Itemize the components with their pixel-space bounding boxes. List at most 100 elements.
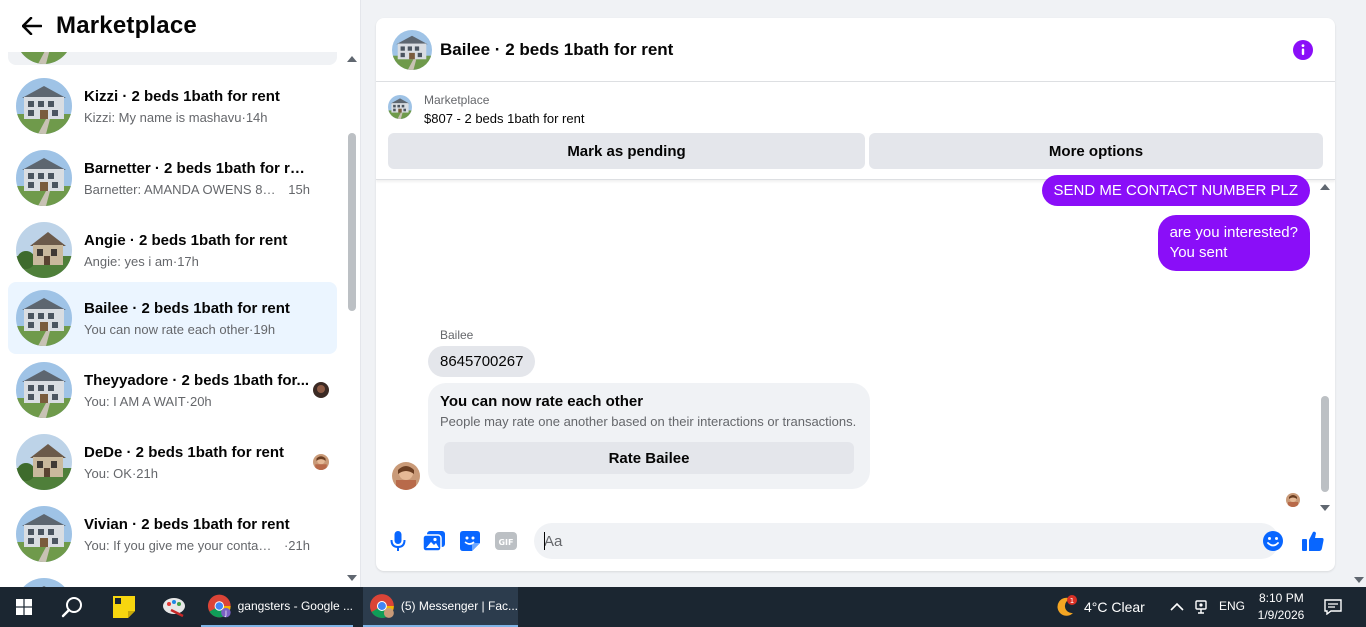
avatar <box>16 150 72 206</box>
clock-time[interactable]: 8:10 PM <box>1259 591 1304 605</box>
scroll-up-arrow-icon[interactable] <box>347 56 357 62</box>
conversation-list: Kizzi · 2 beds 1bath for rent Kizzi: My … <box>0 52 346 587</box>
listing-thumbnail[interactable] <box>388 95 412 119</box>
list-item-partial[interactable] <box>8 52 337 65</box>
conversation-time: ·20h <box>185 393 212 409</box>
sidebar-scrollbar[interactable] <box>346 52 360 587</box>
avatar <box>16 78 72 134</box>
sender-name: Bailee <box>440 328 474 342</box>
thread-scrollbar[interactable] <box>1318 180 1332 515</box>
chrome-icon: J <box>207 594 231 617</box>
page-scrollbar[interactable] <box>1352 0 1366 587</box>
chevron-up-icon[interactable] <box>1168 587 1186 627</box>
clock-date[interactable]: 1/9/2026 <box>1256 608 1306 622</box>
chrome-icon <box>369 594 394 618</box>
scroll-down-arrow-icon[interactable] <box>347 575 357 581</box>
gif-icon[interactable]: GIF <box>494 529 518 553</box>
avatar <box>16 506 72 562</box>
conversation-preview: You: If you give me your contact n... <box>84 537 274 553</box>
message-composer: GIF <box>376 515 1335 571</box>
marketplace-listing-bar: Marketplace $807 - 2 beds 1bath for rent… <box>376 82 1335 180</box>
like-thumb-icon[interactable] <box>1301 529 1325 553</box>
scroll-down-arrow-icon[interactable] <box>1354 577 1364 583</box>
more-options-button[interactable]: More options <box>869 133 1323 169</box>
conversation-preview: Barnetter: AMANDA OWENS 803-... <box>84 181 279 197</box>
message-text: are you interested? <box>1169 224 1298 241</box>
svg-text:GIF: GIF <box>498 538 513 547</box>
avatar <box>16 578 72 587</box>
rate-each-other-card: You can now rate each other People may r… <box>428 383 870 489</box>
windows-start-icon[interactable] <box>6 587 42 627</box>
photo-icon[interactable] <box>422 529 446 553</box>
outgoing-message[interactable]: SEND ME CONTACT NUMBER PLZ <box>1041 175 1310 206</box>
paint-app-icon[interactable] <box>156 587 192 627</box>
sidebar-title: Marketplace <box>56 12 197 39</box>
conversation-item-partial[interactable] <box>8 570 337 587</box>
notification-center-icon[interactable] <box>1322 587 1344 627</box>
weather-text[interactable]: 4°C Clear <box>1084 599 1145 615</box>
conversations-sidebar: Marketplace Kizzi · 2 beds 1bath for ren… <box>0 0 361 587</box>
conversation-item[interactable]: DeDe · 2 beds 1bath for rent You: OK ·21h <box>8 426 337 498</box>
weather-icon[interactable]: 1 <box>1052 587 1078 627</box>
taskbar-chrome-window-active[interactable]: (5) Messenger | Fac... <box>363 587 518 627</box>
conversation-time: ·14h <box>241 109 268 125</box>
conversation-preview: Angie: yes i am <box>84 253 173 269</box>
conversation-time: ·21h <box>283 537 310 553</box>
outgoing-message[interactable]: are you interested? You sent <box>1157 215 1310 271</box>
text-cursor <box>544 532 545 550</box>
listing-title[interactable]: $807 - 2 beds 1bath for rent <box>424 111 584 126</box>
avatar <box>16 290 72 346</box>
conversation-time: 15h <box>288 181 310 197</box>
incoming-message[interactable]: 8645700267 <box>428 346 536 377</box>
weather-badge: 1 <box>1070 597 1074 605</box>
message-text: You sent <box>1169 244 1228 261</box>
back-arrow-icon[interactable] <box>18 12 46 40</box>
chat-title[interactable]: Bailee · 2 beds 1bath for rent <box>440 40 673 60</box>
scroll-up-arrow-icon[interactable] <box>1320 184 1330 190</box>
conversation-title: Angie · 2 beds 1bath for rent <box>84 231 288 249</box>
seen-avatar <box>313 382 329 398</box>
sidebar-header: Marketplace <box>0 0 360 52</box>
conversation-preview: You: I AM A WAIT <box>84 393 186 409</box>
language-indicator[interactable]: ENG <box>1219 599 1245 613</box>
conversation-time: ·19h <box>249 321 276 337</box>
microphone-icon[interactable] <box>386 529 410 553</box>
conversation-item-active[interactable]: Bailee · 2 beds 1bath for rent You can n… <box>8 282 337 354</box>
conversation-title: Bailee · 2 beds 1bath for rent <box>84 299 290 317</box>
conversation-title: Theyyadore · 2 beds 1bath for... <box>84 371 310 389</box>
conversation-item[interactable]: Kizzi · 2 beds 1bath for rent Kizzi: My … <box>8 70 337 142</box>
sender-avatar[interactable] <box>392 462 420 490</box>
rate-card-description: People may rate one another based on the… <box>440 414 857 429</box>
conversation-title: Kizzi · 2 beds 1bath for rent <box>84 87 280 105</box>
conversation-preview: You can now rate each other <box>84 321 250 337</box>
taskbar-chrome-window[interactable]: J gangsters - Google ... <box>201 587 353 627</box>
rate-card-title: You can now rate each other <box>440 393 644 410</box>
chat-avatar[interactable] <box>392 30 432 70</box>
info-icon[interactable] <box>1293 40 1313 60</box>
seen-avatar <box>313 454 329 470</box>
network-icon[interactable] <box>1192 587 1210 627</box>
message-input[interactable] <box>534 523 1279 559</box>
taskbar-app-label: gangsters - Google ... <box>237 599 353 613</box>
sticky-notes-icon[interactable] <box>106 587 142 627</box>
emoji-icon[interactable] <box>1261 529 1285 553</box>
conversation-item[interactable]: Barnetter · 2 beds 1bath for rent Barnet… <box>8 142 337 214</box>
windows-taskbar: J gangsters - Google ... (5) Messenger |… <box>0 587 1366 627</box>
mark-as-pending-button[interactable]: Mark as pending <box>388 133 865 169</box>
conversation-item[interactable]: Angie · 2 beds 1bath for rent Angie: yes… <box>8 214 337 286</box>
conversation-title: Barnetter · 2 beds 1bath for rent <box>84 159 310 177</box>
conversation-item[interactable]: Theyyadore · 2 beds 1bath for... You: I … <box>8 354 337 426</box>
rate-bailee-button[interactable]: Rate Bailee <box>444 442 854 474</box>
chat-panel: Bailee · 2 beds 1bath for rent Marketpla… <box>376 18 1335 571</box>
scroll-down-arrow-icon[interactable] <box>1320 505 1330 511</box>
search-icon[interactable] <box>54 587 90 627</box>
avatar <box>16 434 72 490</box>
scrollbar-thumb[interactable] <box>348 133 356 311</box>
marketplace-label: Marketplace <box>424 93 490 107</box>
avatar <box>16 52 72 64</box>
scrollbar-thumb[interactable] <box>1321 396 1329 492</box>
conversation-item[interactable]: Vivian · 2 beds 1bath for rent You: If y… <box>8 498 337 570</box>
avatar <box>16 362 72 418</box>
sticker-icon[interactable] <box>458 529 482 553</box>
message-text: 8645700267 <box>440 353 524 370</box>
